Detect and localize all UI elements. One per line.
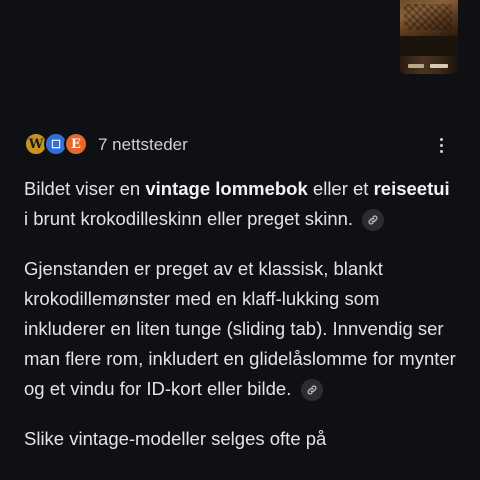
answer-paragraph-3: Slike vintage-modeller selges ofte på	[24, 424, 456, 454]
answer-paragraph-2: Gjenstanden er preget av et klassisk, bl…	[24, 254, 456, 404]
source-favicons: W ☐ E	[24, 131, 92, 159]
thumbnail-top-image	[400, 0, 458, 36]
wallet-image-thumbnail[interactable]	[400, 0, 458, 74]
thumbnail-bottom-image	[400, 56, 458, 74]
sources-row[interactable]: W ☐ E 7 nettsteder	[24, 131, 188, 159]
answer-paragraph-1: Bildet viser en vintage lommebok eller e…	[24, 174, 456, 234]
answer-text: Gjenstanden er preget av et klassisk, bl…	[24, 258, 456, 399]
ai-answer: Bildet viser en vintage lommebok eller e…	[24, 174, 456, 474]
answer-bold-term: vintage lommebok	[145, 178, 308, 199]
answer-bold-term: reiseetui	[373, 178, 450, 199]
answer-text: Slike vintage-modeller selges ofte på	[24, 428, 327, 449]
source-link-icon[interactable]	[362, 209, 385, 232]
answer-text: eller et	[307, 178, 374, 199]
source-favicon-e-icon: E	[64, 132, 88, 156]
sources-count-label[interactable]: 7 nettsteder	[98, 135, 188, 155]
answer-text: i brunt krokodilleskinn eller preget ski…	[24, 208, 354, 229]
more-options-icon[interactable]	[430, 134, 452, 156]
answer-text: Bildet viser en	[24, 178, 146, 199]
source-link-icon[interactable]	[300, 379, 323, 402]
